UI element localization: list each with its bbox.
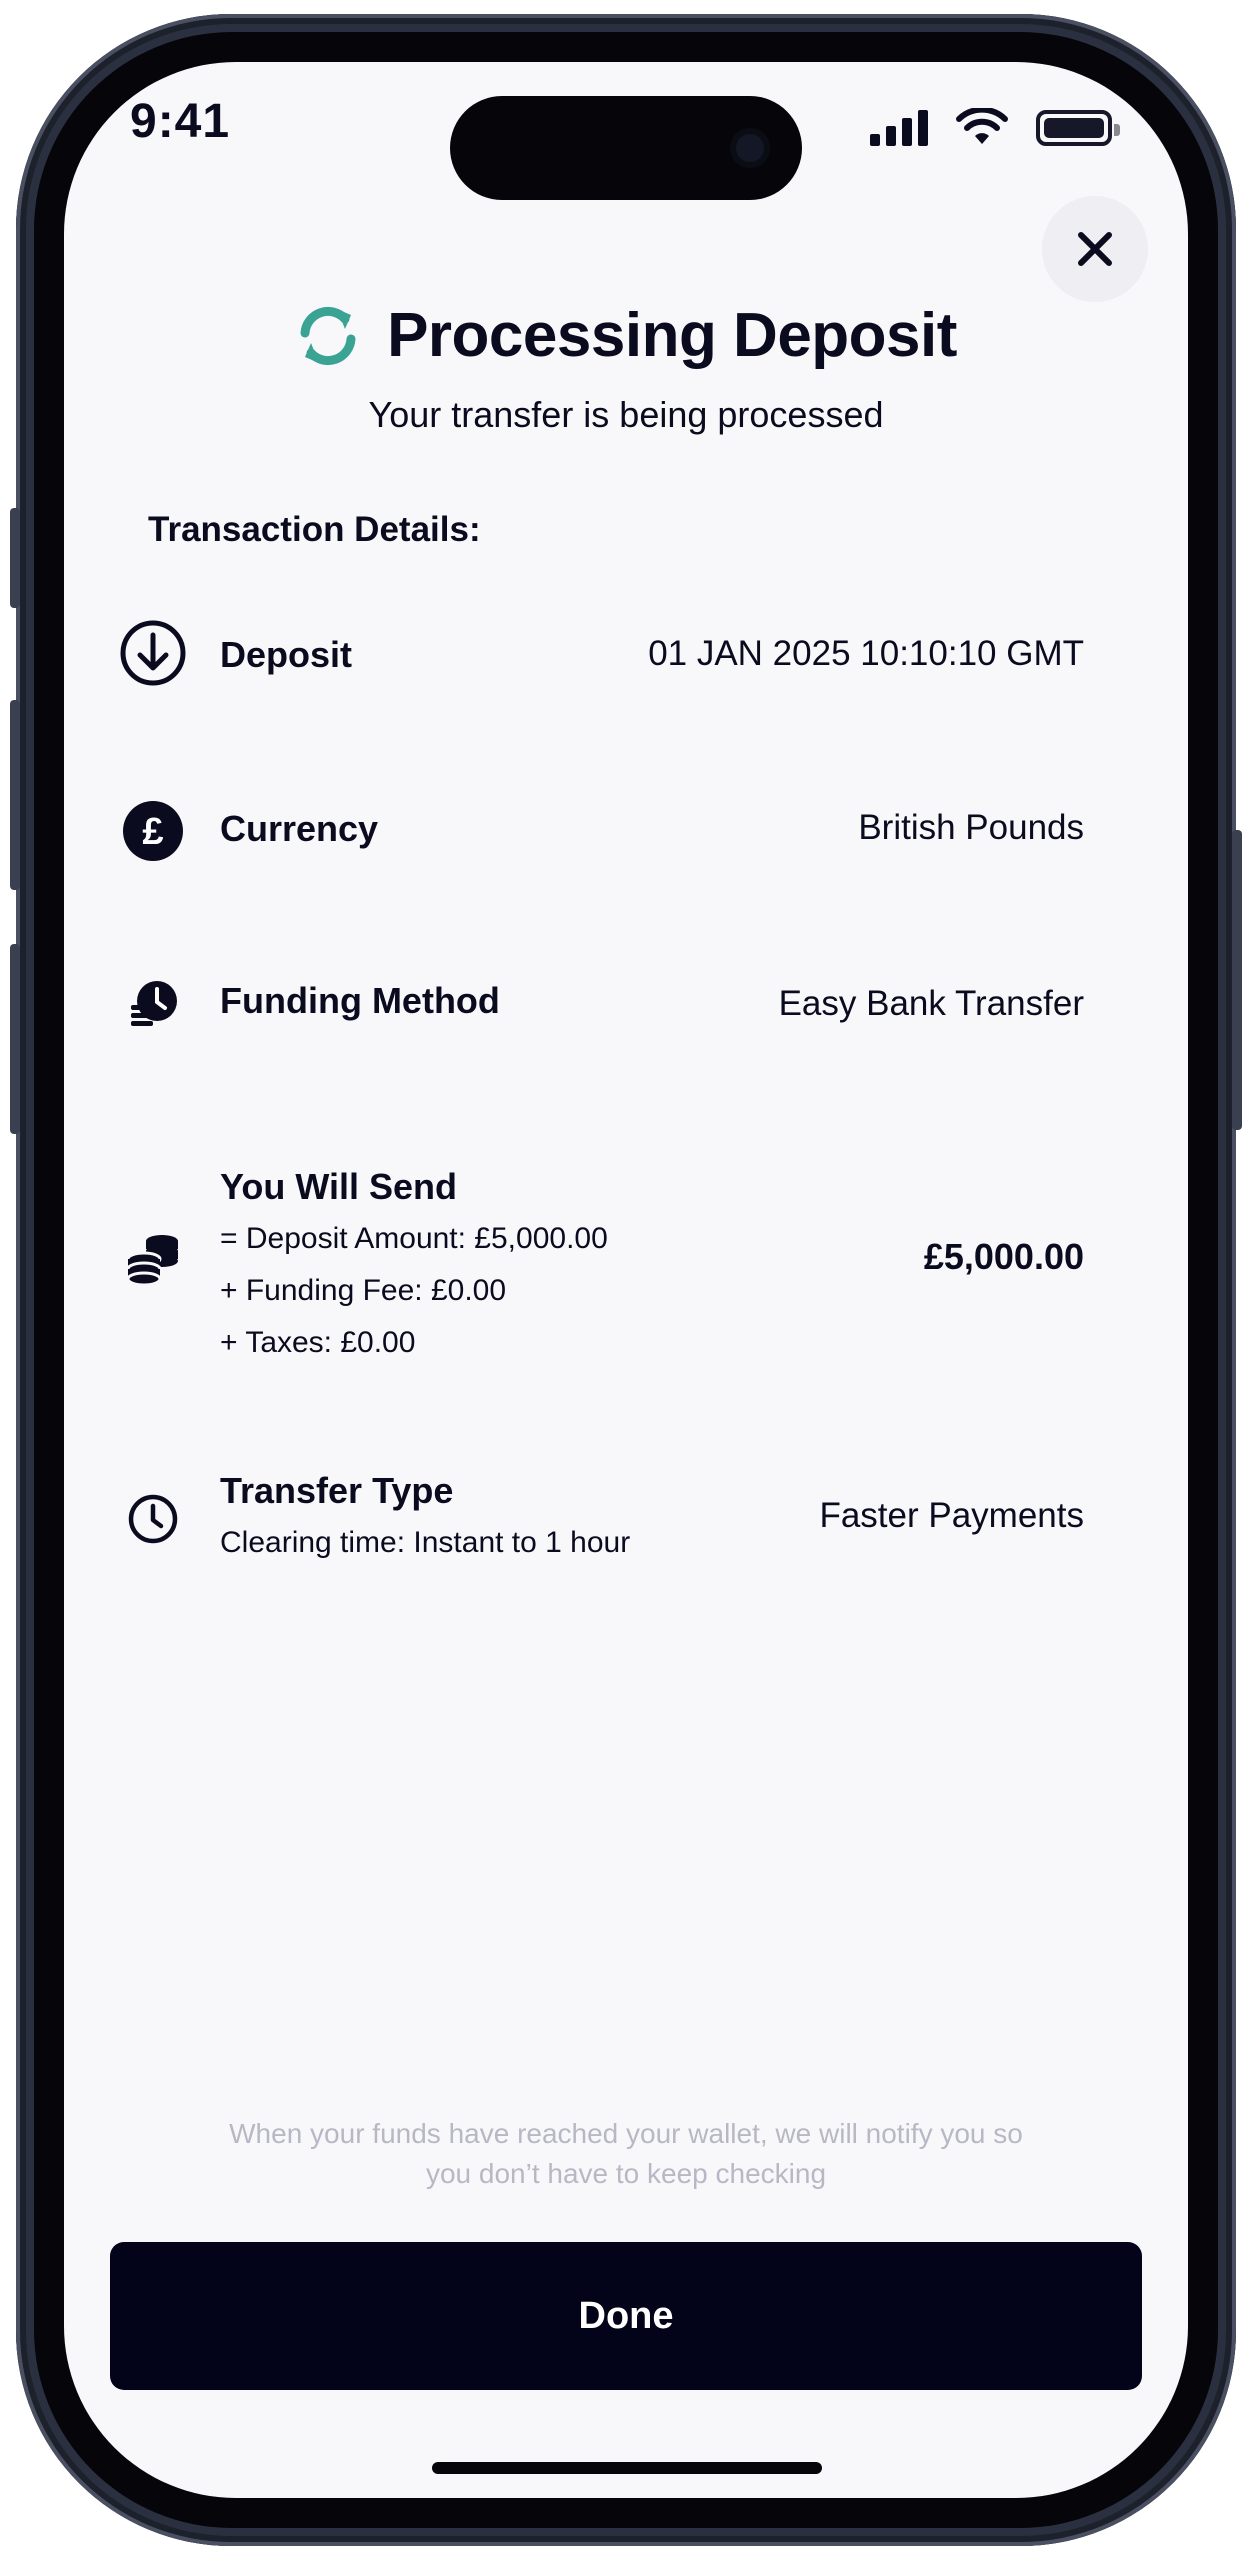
done-button[interactable]: Done	[110, 2242, 1142, 2390]
volume-down-button	[10, 944, 20, 1134]
svg-text:£: £	[142, 811, 163, 853]
notice-line-2: you don’t have to keep checking	[425, 2158, 827, 2189]
volume-up-button	[10, 700, 20, 890]
funding-method-row: Funding Method Easy Bank Transfer	[118, 966, 1084, 1046]
signal-icon	[870, 110, 928, 146]
clearing-time: Clearing time: Instant to 1 hour	[220, 1526, 631, 1559]
transfer-type-value: Faster Payments	[819, 1496, 1084, 1535]
page-subtitle: Your transfer is being processed	[368, 394, 884, 435]
status-icons	[870, 106, 1120, 146]
notice-line-1: When your funds have reached your wallet…	[229, 2118, 1023, 2149]
notification-notice: When your funds have reached your wallet…	[160, 2114, 1092, 2194]
coins-icon	[118, 1224, 188, 1294]
fast-money-icon	[118, 968, 188, 1038]
deposit-label: Deposit	[220, 634, 353, 675]
deposit-date: 01 JAN 2025 10:10:10 GMT	[648, 634, 1084, 673]
taxes-line: + Taxes: £0.00	[220, 1326, 416, 1359]
home-indicator[interactable]	[432, 2462, 822, 2474]
funding-method-value: Easy Bank Transfer	[778, 984, 1084, 1023]
clock-icon	[118, 1484, 188, 1554]
title-row: Processing Deposit	[0, 300, 1252, 371]
status-time: 9:41	[130, 95, 231, 148]
pound-icon: £	[118, 796, 188, 866]
camera-icon	[730, 128, 770, 168]
close-button[interactable]	[1042, 196, 1148, 302]
deposit-row: Deposit 01 JAN 2025 10:10:10 GMT	[118, 614, 1084, 694]
deposit-amount-line: = Deposit Amount: £5,000.00	[220, 1222, 608, 1255]
funding-method-label: Funding Method	[220, 980, 500, 1021]
wifi-icon	[956, 108, 1008, 144]
transfer-type-label: Transfer Type	[220, 1470, 454, 1511]
you-will-send-value: £5,000.00	[923, 1236, 1084, 1277]
transfer-type-row: Transfer Type Clearing time: Instant to …	[118, 1464, 1084, 1584]
section-label: Transaction Details:	[148, 510, 481, 549]
you-will-send-label: You Will Send	[220, 1166, 458, 1207]
currency-label: Currency	[220, 808, 379, 849]
power-button	[1232, 830, 1242, 1130]
currency-row: £ Currency British Pounds	[118, 790, 1084, 870]
page-title: Processing Deposit	[387, 301, 957, 370]
action-button	[10, 508, 20, 608]
funding-fee-line: + Funding Fee: £0.00	[220, 1274, 507, 1307]
arrow-down-circle-icon	[118, 618, 188, 688]
close-icon	[1078, 232, 1112, 266]
battery-icon	[1036, 110, 1120, 146]
currency-value: British Pounds	[858, 808, 1084, 847]
refresh-icon	[300, 306, 356, 365]
you-will-send-row: You Will Send = Deposit Amount: £5,000.0…	[118, 1160, 1084, 1380]
